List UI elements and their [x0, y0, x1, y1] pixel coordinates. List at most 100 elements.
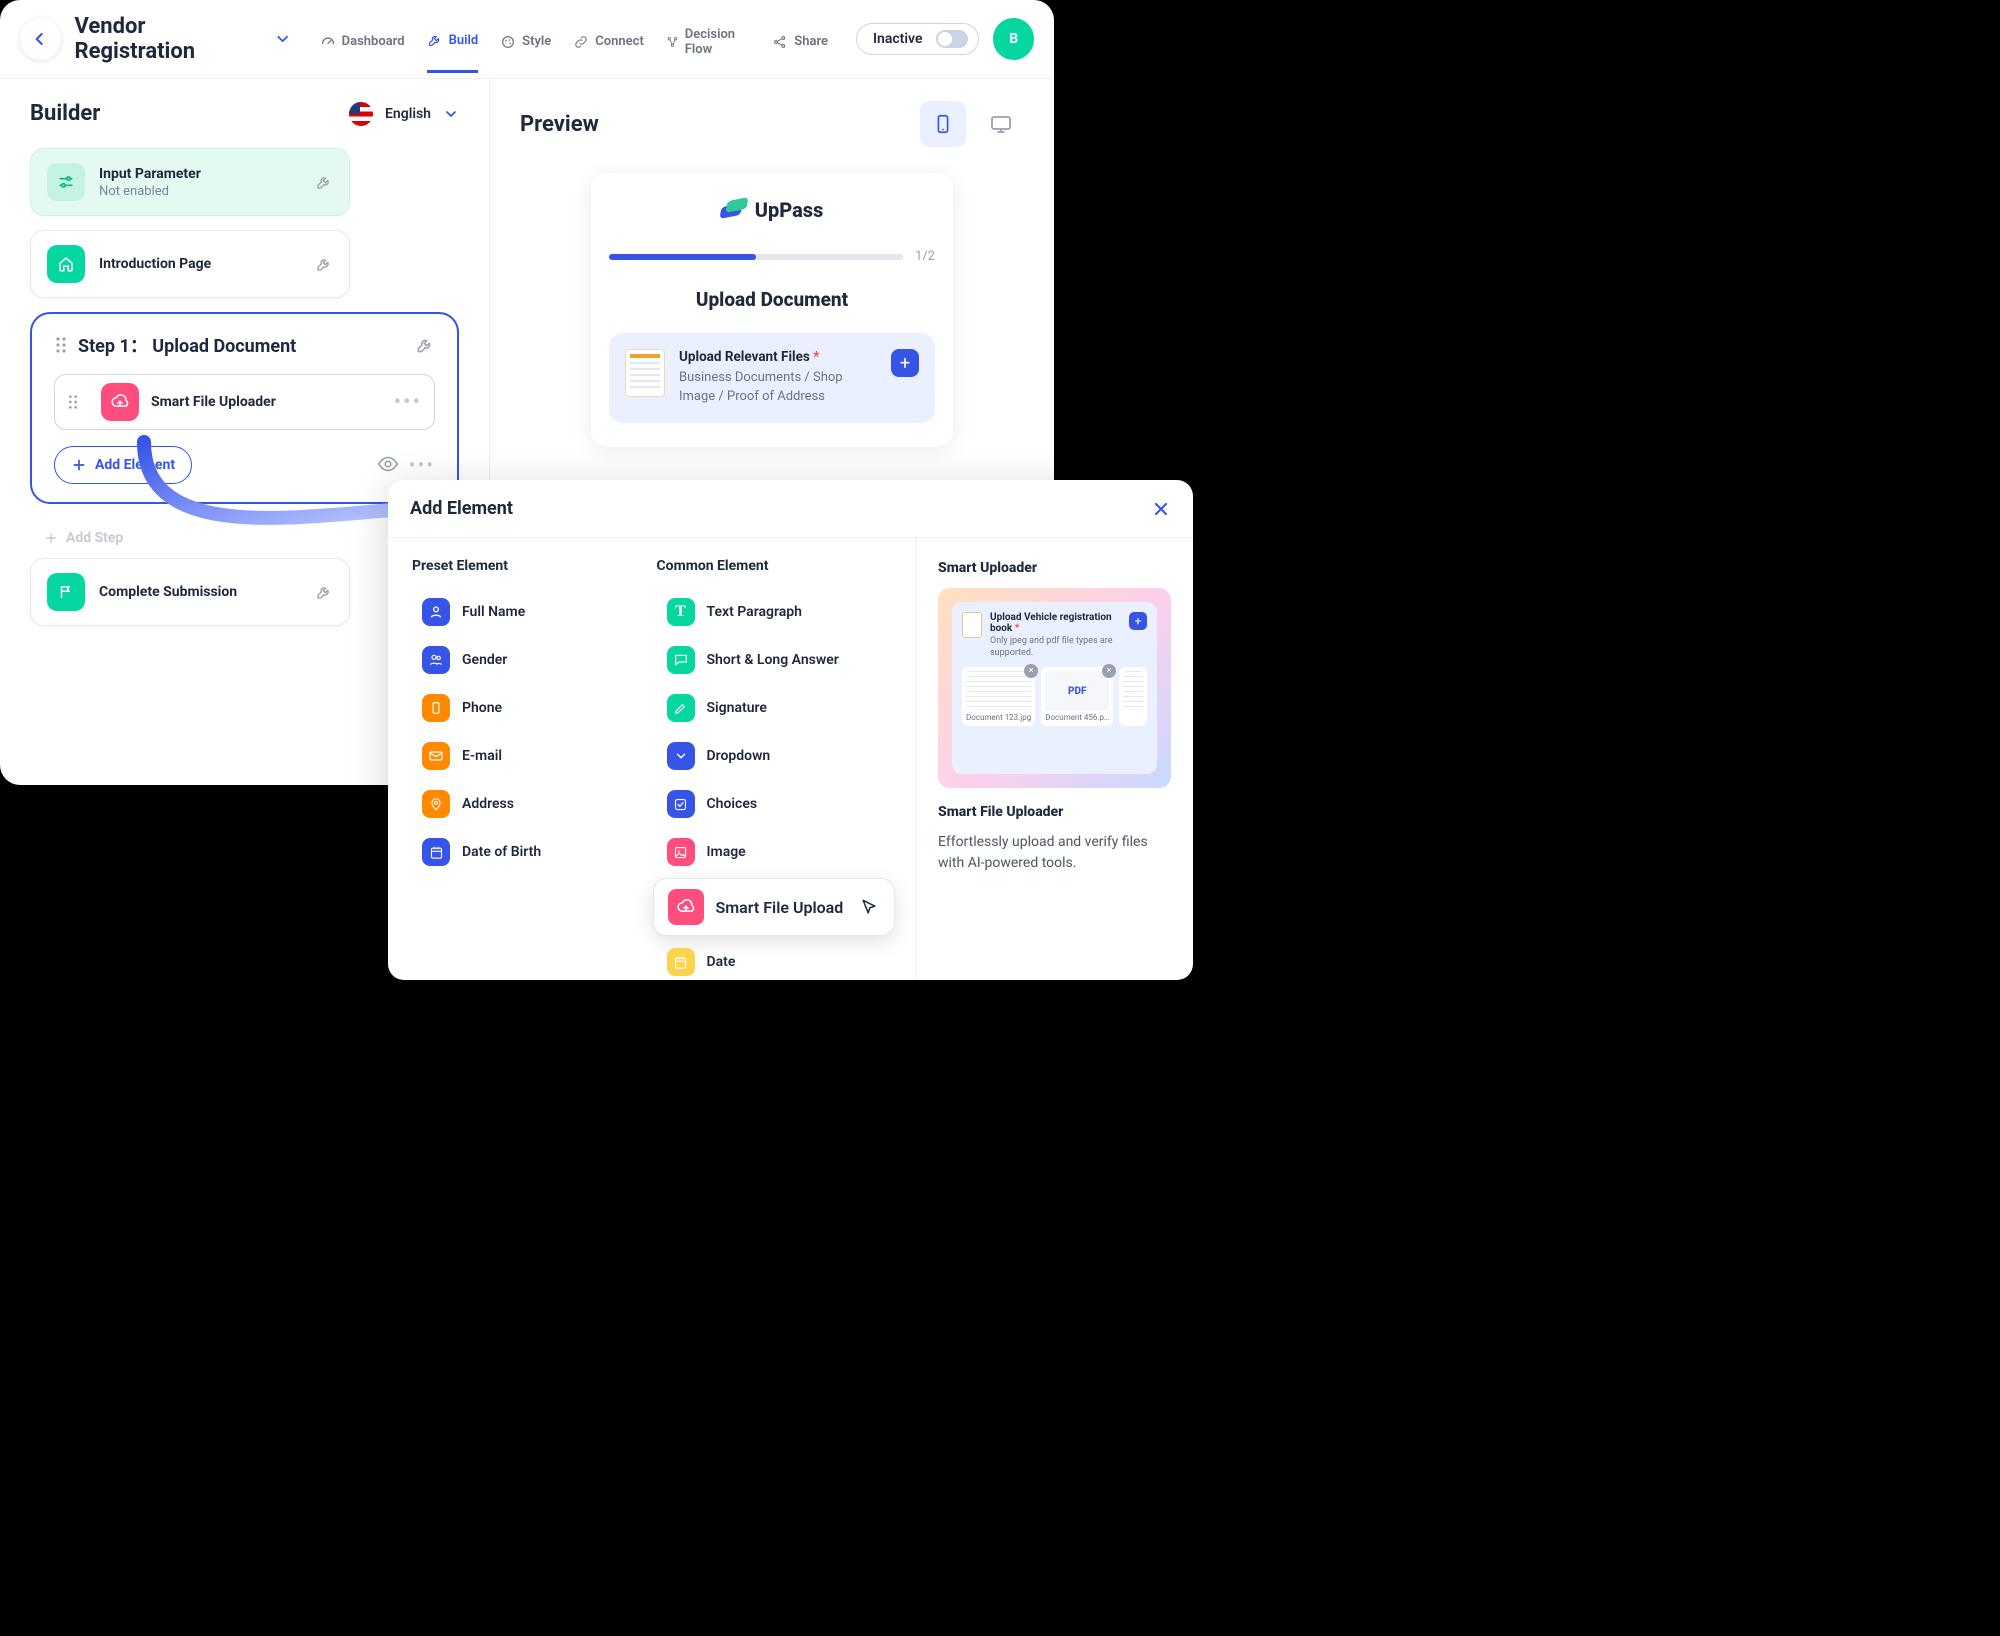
col-heading: Common Element: [657, 558, 892, 574]
tab-share[interactable]: Share: [772, 23, 828, 73]
plus-icon: +: [1129, 612, 1147, 630]
element-dropdown[interactable]: Dropdown: [657, 734, 892, 778]
detail-desc: Effortlessly upload and verify files wit…: [938, 832, 1171, 874]
element-address[interactable]: Address: [412, 782, 647, 826]
progress-bar: [609, 254, 903, 260]
preview-title: Preview: [520, 112, 599, 137]
element-text[interactable]: TText Paragraph: [657, 590, 892, 634]
palette-icon: [500, 34, 516, 50]
thumb-title: Upload Vehicle registration book *: [990, 612, 1121, 634]
status-label: Inactive: [873, 31, 922, 47]
pen-icon: [667, 694, 695, 722]
upload-cloud-icon: [101, 383, 139, 421]
card-title: Complete Submission: [99, 584, 301, 600]
toggle-switch[interactable]: [936, 30, 968, 48]
drag-handle-icon[interactable]: [67, 394, 79, 410]
file-tile: ×PDFDocument 456.p…: [1041, 667, 1113, 726]
thumb-desc: Only jpeg and pdf file types are support…: [990, 636, 1121, 659]
top-bar: Vendor Registration Dashboard Build Styl…: [0, 0, 1054, 79]
language-selector[interactable]: English: [349, 102, 459, 126]
plus-icon: [44, 531, 58, 545]
avatar[interactable]: B: [993, 18, 1034, 60]
add-element-button[interactable]: Add Element: [54, 446, 192, 484]
device-mobile-tab[interactable]: [920, 101, 966, 147]
brand-name: UpPass: [755, 198, 824, 222]
tab-label: Connect: [595, 34, 644, 49]
tab-label: Dashboard: [342, 34, 405, 49]
eye-icon[interactable]: [377, 453, 399, 477]
element-image[interactable]: Image: [657, 830, 892, 874]
tab-dashboard[interactable]: Dashboard: [320, 23, 405, 73]
element-smart-upload[interactable]: Smart File Upload: [653, 878, 896, 936]
chevron-down-icon: [274, 30, 291, 48]
flag-icon: [47, 573, 85, 611]
tab-label: Decision Flow: [685, 27, 751, 57]
element-choices[interactable]: Choices: [657, 782, 892, 826]
detail-thumbnail: Upload Vehicle registration book * Only …: [938, 588, 1171, 788]
element-signature[interactable]: Signature: [657, 686, 892, 730]
pin-icon: [422, 790, 450, 818]
settings-icon[interactable]: [315, 173, 333, 191]
tab-label: Style: [522, 34, 551, 49]
tab-label: Build: [449, 33, 479, 48]
language-label: English: [385, 106, 431, 122]
card-subtitle: Not enabled: [99, 184, 301, 199]
text-icon: T: [667, 598, 695, 626]
add-element-modal: Add Element Preset Element Full Name Gen…: [388, 480, 1193, 980]
builder-title: Builder: [30, 101, 100, 126]
nav-tabs: Dashboard Build Style Connect Decision F…: [320, 23, 828, 56]
status-toggle[interactable]: Inactive: [856, 23, 979, 55]
detail-head: Smart Uploader: [938, 560, 1171, 576]
title-dropdown[interactable]: Vendor Registration: [75, 14, 292, 64]
add-file-button[interactable]: +: [891, 349, 919, 377]
upload-desc: Business Documents / Shop Image / Proof …: [679, 369, 877, 407]
app-title: Vendor Registration: [75, 14, 265, 64]
tab-style[interactable]: Style: [500, 23, 551, 73]
element-phone[interactable]: Phone: [412, 686, 647, 730]
common-elements-col: Common Element TText Paragraph Short & L…: [657, 558, 892, 960]
preview-frame: UpPass 1/2 Upload Document Upload Releva…: [591, 173, 953, 447]
complete-submission-card[interactable]: Complete Submission: [30, 558, 350, 626]
close-button[interactable]: [1151, 499, 1171, 519]
person-icon: [422, 598, 450, 626]
step-element-card[interactable]: Smart File Uploader •••: [54, 374, 435, 430]
element-email[interactable]: E-mail: [412, 734, 647, 778]
element-gender[interactable]: Gender: [412, 638, 647, 682]
plus-icon: [71, 457, 87, 473]
device-desktop-tab[interactable]: [978, 101, 1024, 147]
step-card: Step 1： Upload Document Smart File Uploa…: [30, 312, 459, 504]
checkbox-icon: [667, 790, 695, 818]
add-element-label: Add Element: [95, 457, 175, 473]
element-date[interactable]: Date: [657, 940, 892, 980]
back-button[interactable]: [20, 18, 61, 60]
element-full-name[interactable]: Full Name: [412, 590, 647, 634]
wrench-icon: [427, 32, 443, 48]
more-icon[interactable]: •••: [394, 390, 422, 415]
element-answer[interactable]: Short & Long Answer: [657, 638, 892, 682]
tab-build[interactable]: Build: [427, 23, 479, 73]
sliders-icon: [47, 163, 85, 201]
introduction-page-card[interactable]: Introduction Page: [30, 230, 350, 298]
tab-connect[interactable]: Connect: [573, 23, 644, 73]
element-dob[interactable]: Date of Birth: [412, 830, 647, 874]
cursor-icon: [859, 897, 879, 917]
tab-decision-flow[interactable]: Decision Flow: [666, 23, 750, 73]
settings-icon[interactable]: [315, 583, 333, 601]
link-icon: [573, 34, 589, 50]
file-tile: [1119, 667, 1147, 726]
upload-card: Upload Relevant Files * Business Documen…: [609, 333, 935, 423]
remove-badge-icon: ×: [1102, 664, 1116, 678]
modal-title: Add Element: [410, 498, 513, 519]
element-label: Smart File Uploader: [151, 394, 382, 410]
remove-badge-icon: ×: [1024, 664, 1038, 678]
mail-icon: [422, 742, 450, 770]
document-thumb-icon: [962, 612, 982, 638]
settings-icon[interactable]: [315, 255, 333, 273]
settings-icon[interactable]: [415, 335, 435, 355]
more-icon[interactable]: •••: [409, 453, 435, 477]
input-parameter-card[interactable]: Input Parameter Not enabled: [30, 148, 350, 216]
people-icon: [422, 646, 450, 674]
progress-label: 1/2: [915, 249, 935, 264]
arrow-left-icon: [30, 29, 50, 49]
drag-handle-icon[interactable]: [54, 336, 68, 354]
